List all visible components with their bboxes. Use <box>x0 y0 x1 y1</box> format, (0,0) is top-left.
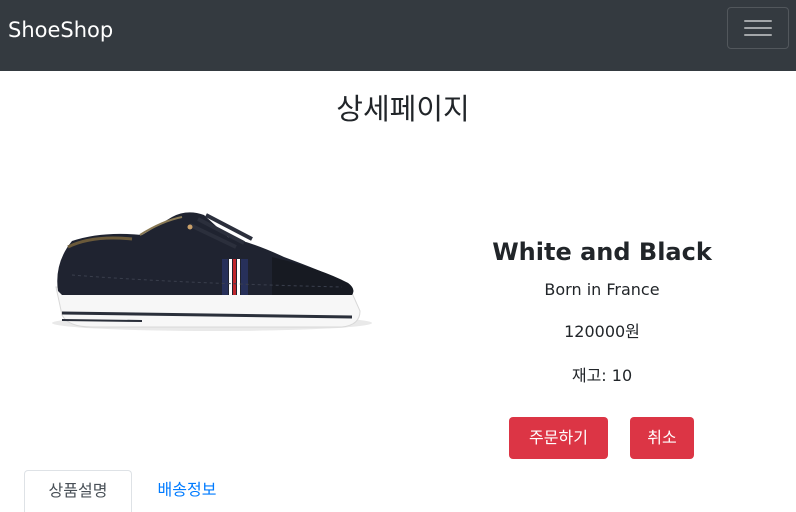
top-navbar: ShoeShop <box>0 0 796 71</box>
product-info: White and Black Born in France 120000원 재… <box>402 235 796 385</box>
navbar-toggler-button[interactable] <box>727 7 789 49</box>
product-origin: Born in France <box>544 280 660 299</box>
page-title: 상세페이지 <box>336 92 470 126</box>
brand-link[interactable]: ShoeShop <box>8 16 113 44</box>
product-price: 120000원 <box>564 322 640 341</box>
order-button[interactable]: 주문하기 <box>509 417 608 459</box>
product-name: White and Black <box>492 238 712 266</box>
tab-shipping[interactable]: 배송정보 <box>134 470 240 512</box>
tab-description[interactable]: 상품설명 <box>24 470 132 512</box>
product-image <box>22 165 400 355</box>
product-stock: 재고: 10 <box>571 366 633 385</box>
cancel-button[interactable]: 취소 <box>630 417 694 459</box>
